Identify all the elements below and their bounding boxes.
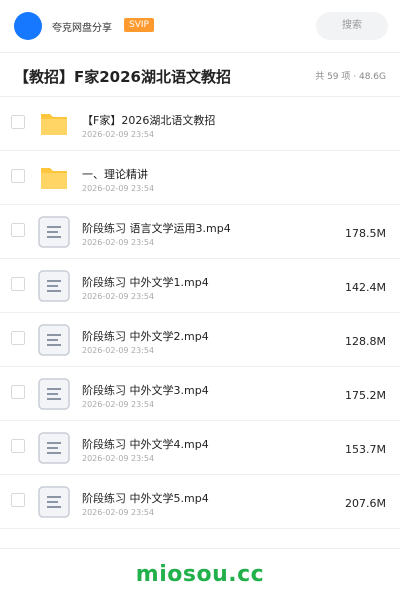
select-checkbox[interactable] xyxy=(11,115,25,129)
file-date: 2026-02-09 23:54 xyxy=(82,454,155,463)
file-size: 175.2M xyxy=(345,389,386,402)
footer-divider xyxy=(0,548,400,549)
svip-badge: SVIP xyxy=(124,18,154,32)
file-row[interactable]: 一、理论精讲 2026-02-09 23:54 xyxy=(0,151,400,205)
file-date: 2026-02-09 23:54 xyxy=(82,130,155,139)
folder-icon xyxy=(38,108,70,140)
watermark: miosou.cc xyxy=(135,562,265,587)
select-checkbox[interactable] xyxy=(11,277,25,291)
file-name[interactable]: 阶段练习 中外文学4.mp4 xyxy=(82,436,209,452)
file-date: 2026-02-09 23:54 xyxy=(82,400,155,409)
select-checkbox[interactable] xyxy=(11,169,25,183)
select-checkbox[interactable] xyxy=(11,331,25,345)
file-size: 178.5M xyxy=(345,227,386,240)
folder-icon xyxy=(38,162,70,194)
file-date: 2026-02-09 23:54 xyxy=(82,238,155,247)
file-name[interactable]: 阶段练习 语言文学运用3.mp4 xyxy=(82,220,231,236)
file-row[interactable]: 阶段练习 中外文学1.mp4 2026-02-09 23:54 142.4M xyxy=(0,259,400,313)
file-size: 153.7M xyxy=(345,443,386,456)
file-date: 2026-02-09 23:54 xyxy=(82,508,155,517)
app-header: 夸克网盘分享 SVIP 搜索 xyxy=(0,0,400,52)
search-input[interactable]: 搜索 xyxy=(316,12,388,40)
file-name[interactable]: 【F家】2026湖北语文教招 xyxy=(82,112,215,128)
file-size: 207.6M xyxy=(345,497,386,510)
header-divider xyxy=(0,52,400,53)
avatar[interactable] xyxy=(14,12,42,40)
file-row[interactable]: 阶段练习 中外文学2.mp4 2026-02-09 23:54 128.8M xyxy=(0,313,400,367)
file-row[interactable]: 【F家】2026湖北语文教招 2026-02-09 23:54 xyxy=(0,97,400,151)
file-row[interactable]: 阶段练习 语言文学运用3.mp4 2026-02-09 23:54 178.5M xyxy=(0,205,400,259)
select-checkbox[interactable] xyxy=(11,439,25,453)
file-name[interactable]: 阶段练习 中外文学1.mp4 xyxy=(82,274,209,290)
file-date: 2026-02-09 23:54 xyxy=(82,292,155,301)
file-size: 142.4M xyxy=(345,281,386,294)
file-icon xyxy=(38,270,70,302)
select-checkbox[interactable] xyxy=(11,223,25,237)
file-row[interactable]: 阶段练习 中外文学4.mp4 2026-02-09 23:54 153.7M xyxy=(0,421,400,475)
brand-name: 夸克网盘分享 xyxy=(52,23,112,34)
file-icon xyxy=(38,324,70,356)
file-name[interactable]: 阶段练习 中外文学2.mp4 xyxy=(82,328,209,344)
file-name[interactable]: 阶段练习 中外文学5.mp4 xyxy=(82,490,209,506)
folder-summary: 共 59 项 · 48.6G xyxy=(315,72,386,82)
file-icon xyxy=(38,378,70,410)
file-list: 【F家】2026湖北语文教招 2026-02-09 23:54 一、理论精讲 2026… xyxy=(0,97,400,529)
select-checkbox[interactable] xyxy=(11,493,25,507)
file-icon xyxy=(38,216,70,248)
file-name[interactable]: 阶段练习 中外文学3.mp4 xyxy=(82,382,209,398)
page-title: 【教招】F家2026湖北语文教招 xyxy=(14,68,231,86)
file-row[interactable]: 阶段练习 中外文学5.mp4 2026-02-09 23:54 207.6M xyxy=(0,475,400,529)
file-date: 2026-02-09 23:54 xyxy=(82,184,155,193)
file-icon xyxy=(38,432,70,464)
select-checkbox[interactable] xyxy=(11,385,25,399)
file-row[interactable]: 阶段练习 中外文学3.mp4 2026-02-09 23:54 175.2M xyxy=(0,367,400,421)
file-size: 128.8M xyxy=(345,335,386,348)
file-icon xyxy=(38,486,70,518)
file-name[interactable]: 一、理论精讲 xyxy=(82,166,148,182)
file-date: 2026-02-09 23:54 xyxy=(82,346,155,355)
